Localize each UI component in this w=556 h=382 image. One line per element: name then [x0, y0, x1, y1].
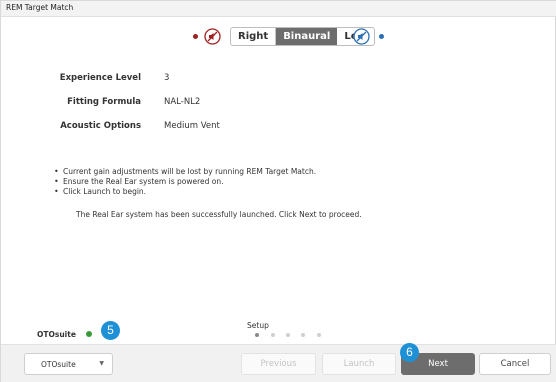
setup-label: Setup [247, 321, 269, 330]
step-badge-5: 5 [101, 321, 120, 340]
acoustic-options-value: Medium Vent [164, 121, 220, 131]
instruction-item: Ensure the Real Ear system is powered on… [54, 177, 316, 187]
instruction-item: Current gain adjustments will be lost by… [54, 167, 316, 177]
window-title: REM Target Match [6, 3, 74, 12]
ear-option-right[interactable]: Right [231, 28, 277, 45]
setup-step-dot [301, 333, 305, 337]
chevron-down-icon: ▼ [99, 360, 104, 367]
right-ear-dot [193, 34, 198, 39]
ear-selector-row: Right Binaural Left [1, 26, 556, 46]
muted-speaker-icon[interactable] [204, 28, 221, 45]
otosuite-status-dot [86, 331, 92, 337]
launch-button[interactable]: Launch [322, 353, 396, 375]
instruction-item: Click Launch to begin. [54, 187, 316, 197]
otosuite-status-label: OTOsuite [37, 330, 76, 339]
setup-step-dot [317, 333, 321, 337]
left-ear-dot [379, 34, 384, 39]
fitting-formula-label: Fitting Formula [67, 97, 141, 107]
title-bar: REM Target Match [1, 1, 556, 17]
setup-step-dot [286, 333, 290, 337]
device-dropdown-value: OTOsuite [41, 360, 76, 369]
rem-target-match-window: REM Target Match Right Binaural Left Ex [0, 0, 556, 382]
setup-step-dot [255, 333, 259, 337]
connected-probe-icon[interactable] [353, 28, 370, 45]
instruction-list: Current gain adjustments will be lost by… [54, 167, 316, 197]
ear-option-binaural[interactable]: Binaural [276, 28, 338, 45]
experience-level-value: 3 [164, 73, 170, 83]
previous-button[interactable]: Previous [241, 353, 316, 375]
cancel-button[interactable]: Cancel [479, 353, 551, 375]
launch-status-message: The Real Ear system has been successfull… [76, 210, 362, 219]
setup-step-dot [271, 333, 275, 337]
step-badge-6: 6 [400, 343, 419, 362]
fitting-formula-value: NAL-NL2 [164, 97, 201, 107]
experience-level-label: Experience Level [59, 73, 141, 83]
device-dropdown[interactable]: OTOsuite ▼ [24, 353, 113, 375]
acoustic-options-label: Acoustic Options [60, 121, 141, 131]
